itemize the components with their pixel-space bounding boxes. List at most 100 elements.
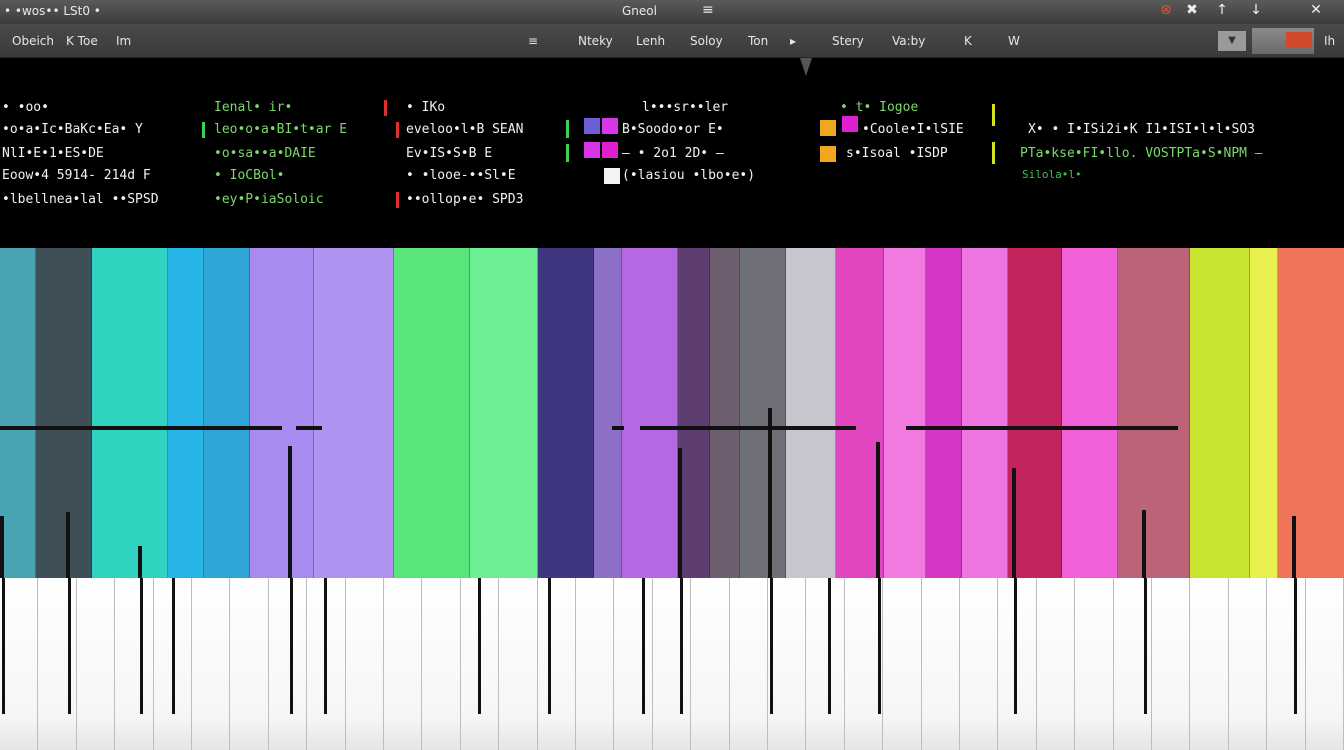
color-swatch[interactable] [584, 118, 600, 134]
color-swatch[interactable] [602, 118, 618, 134]
white-key[interactable] [652, 578, 692, 750]
white-key[interactable] [230, 578, 269, 750]
menu-item-w[interactable]: W [1008, 34, 1020, 48]
list-icon[interactable]: ≡ [528, 34, 538, 48]
note-block[interactable] [314, 248, 394, 578]
white-key[interactable] [537, 578, 576, 750]
play-arrow-icon[interactable]: ▸ [790, 34, 796, 48]
white-key[interactable] [268, 578, 308, 750]
white-key[interactable] [614, 578, 653, 750]
white-key[interactable] [384, 578, 423, 750]
grid-line [0, 516, 4, 578]
menu-item-vaby[interactable]: Va:by [892, 34, 925, 48]
white-key[interactable] [1190, 578, 1229, 750]
note-block[interactable] [1062, 248, 1118, 578]
white-key[interactable] [883, 578, 922, 750]
note-block[interactable] [594, 248, 622, 578]
track-divider [992, 104, 995, 126]
menu-item-soloy[interactable]: Soloy [690, 34, 723, 48]
key-line [2, 578, 5, 714]
piano-roll[interactable] [0, 248, 1344, 578]
white-key[interactable] [691, 578, 730, 750]
note-block[interactable] [786, 248, 836, 578]
note-block[interactable] [710, 248, 740, 578]
white-key[interactable] [1228, 578, 1268, 750]
white-key[interactable] [76, 578, 116, 750]
note-block[interactable] [1118, 248, 1190, 578]
dropdown-button[interactable]: ▼ [1218, 31, 1246, 51]
note-block[interactable] [1190, 248, 1250, 578]
white-key[interactable] [1305, 578, 1344, 750]
white-key[interactable] [0, 578, 39, 750]
color-swatch[interactable] [820, 120, 836, 136]
hamburger-menu-icon[interactable]: ≡ [702, 2, 714, 18]
close-x-icon[interactable]: ✖ [1182, 2, 1202, 18]
menu-item-ih[interactable]: Ih [1324, 34, 1335, 48]
note-block[interactable] [394, 248, 470, 578]
white-key[interactable] [38, 578, 77, 750]
color-swatch[interactable] [842, 116, 858, 132]
menu-item-k[interactable]: K [964, 34, 972, 48]
menu-item-k-toe[interactable]: K Toe [66, 34, 98, 48]
note-block[interactable] [926, 248, 962, 578]
menu-item-obeich[interactable]: Obeich [12, 34, 54, 48]
white-key[interactable] [806, 578, 845, 750]
note-block[interactable] [622, 248, 678, 578]
note-block[interactable] [1008, 248, 1062, 578]
menu-item-ton[interactable]: Ton [748, 34, 768, 48]
white-key[interactable] [921, 578, 960, 750]
note-block[interactable] [678, 248, 710, 578]
close-icon[interactable]: ✕ [1306, 2, 1326, 18]
note-block[interactable] [0, 248, 36, 578]
white-key[interactable] [1267, 578, 1306, 750]
white-key[interactable] [422, 578, 461, 750]
minimize-icon[interactable]: ↓ [1246, 2, 1266, 18]
color-swatch[interactable] [602, 142, 618, 158]
note-block[interactable] [36, 248, 92, 578]
note-block[interactable] [92, 248, 168, 578]
track-info-panel: • •oo• •o•a•Ic•BaKc•Ea• Y NlI•E•1•ES•DE … [0, 58, 1344, 248]
note-block[interactable] [250, 248, 314, 578]
white-key[interactable] [345, 578, 384, 750]
track-divider [202, 122, 205, 138]
color-swatch[interactable] [604, 168, 620, 184]
pin-icon[interactable]: ↑ [1212, 2, 1232, 18]
note-block[interactable] [962, 248, 1008, 578]
note-block[interactable] [740, 248, 786, 578]
note-block[interactable] [538, 248, 594, 578]
menu-item-stery[interactable]: Stery [832, 34, 864, 48]
color-swatch[interactable] [584, 142, 600, 158]
key-line [1014, 578, 1017, 714]
grid-line [1142, 510, 1146, 578]
note-block[interactable] [470, 248, 538, 578]
info-text: X• • I•ISi2i•K I1•ISI•l•l•SO3 [1028, 122, 1255, 137]
menu-item-lenh[interactable]: Lenh [636, 34, 665, 48]
info-text: •o•a•Ic•BaKc•Ea• Y [2, 122, 143, 137]
white-key[interactable] [1152, 578, 1191, 750]
white-key[interactable] [998, 578, 1037, 750]
key-line [290, 578, 293, 714]
white-key[interactable] [1036, 578, 1076, 750]
note-block[interactable] [1250, 248, 1278, 578]
white-key[interactable] [576, 578, 615, 750]
white-key[interactable] [115, 578, 154, 750]
menu-item-nteky[interactable]: Nteky [578, 34, 613, 48]
playhead-marker[interactable] [800, 58, 812, 76]
piano-keyboard[interactable] [0, 578, 1344, 750]
grid-line [0, 426, 282, 430]
white-key[interactable] [499, 578, 538, 750]
white-key[interactable] [192, 578, 231, 750]
note-block[interactable] [168, 248, 204, 578]
record-icon[interactable]: ⊗ [1156, 2, 1176, 18]
menu-item-im[interactable]: Im [116, 34, 131, 48]
white-key[interactable] [729, 578, 768, 750]
note-block[interactable] [1278, 248, 1344, 578]
key-line [770, 578, 773, 714]
white-key[interactable] [1075, 578, 1114, 750]
note-block[interactable] [884, 248, 926, 578]
info-text: B•Soodo•or E• [622, 122, 724, 137]
color-swatch[interactable] [820, 146, 836, 162]
white-key[interactable] [960, 578, 999, 750]
note-block[interactable] [204, 248, 250, 578]
white-key[interactable] [768, 578, 807, 750]
